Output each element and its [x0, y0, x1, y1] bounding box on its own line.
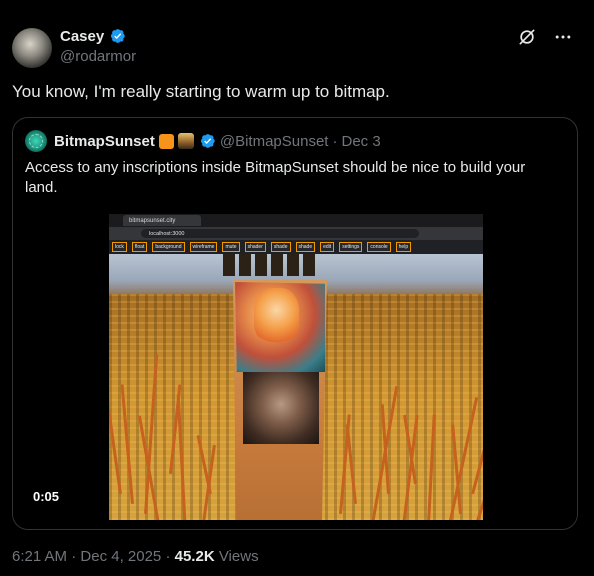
- author-info: Casey @rodarmor: [60, 26, 136, 66]
- author-handle[interactable]: @rodarmor: [60, 48, 136, 65]
- recorded-bookmark: help: [395, 242, 412, 252]
- recorded-bookmark: lock: [112, 242, 127, 252]
- separator-dot: ·: [71, 548, 77, 565]
- views-count[interactable]: 45.2K: [175, 548, 215, 565]
- quote-author-handle[interactable]: @BitmapSunset: [220, 133, 329, 150]
- tweet-header: Casey @rodarmor: [12, 26, 578, 70]
- recorded-bookmark: shade: [295, 242, 316, 252]
- recorded-bookmark: console: [367, 242, 391, 252]
- views-label: Views: [218, 548, 259, 565]
- recorded-bookmark: shader: [244, 242, 266, 252]
- author-name-row: Casey: [60, 26, 136, 46]
- verified-badge-icon[interactable]: [198, 132, 216, 150]
- temple-emoji-icon: [177, 133, 194, 149]
- quoted-tweet[interactable]: BitmapSunset @BitmapSunset · Dec 3 Acces…: [12, 117, 578, 530]
- recorded-bookmark: mute: [222, 242, 240, 252]
- scene-blocks: [223, 254, 323, 280]
- quote-header: BitmapSunset @BitmapSunset · Dec 3: [25, 130, 381, 152]
- tweet-container: Casey @rodarmor You know, I'm really sta…: [0, 0, 594, 576]
- recorded-bookmark: edit: [320, 242, 335, 252]
- orange-square-emoji-icon: [158, 133, 174, 149]
- tweet-text: You know, I'm really starting to warm up…: [12, 82, 390, 101]
- video-duration: 0:05: [33, 489, 60, 504]
- recorded-tab-bar: bitmapsunset.city: [109, 214, 483, 227]
- tweet-meta: 6:21 AM · Dec 4, 2025 · 45.2K Views: [12, 548, 259, 565]
- separator-dot: ·: [332, 132, 338, 150]
- verified-badge-icon[interactable]: [108, 27, 126, 45]
- recorded-bookmark: float: [131, 242, 148, 252]
- scene-painting-figure: [254, 288, 299, 343]
- header-actions: [516, 26, 574, 48]
- author-name[interactable]: Casey: [60, 28, 104, 45]
- quote-date[interactable]: Dec 3: [341, 133, 380, 150]
- recorded-bookmark: wireframe: [189, 242, 218, 252]
- grok-icon[interactable]: [516, 26, 538, 48]
- recorded-url: localhost:3000: [141, 229, 419, 238]
- scene-painting-bottom: [243, 372, 319, 444]
- video-scene: [109, 254, 483, 520]
- recorded-bookmarks-bar: lock float background wireframe mute sha…: [109, 240, 483, 254]
- tweet-time[interactable]: 6:21 AM: [12, 548, 67, 565]
- video-frame[interactable]: bitmapsunset.city localhost:3000 lock fl…: [109, 214, 483, 520]
- separator-dot: ·: [165, 548, 171, 565]
- recorded-bookmark: background: [152, 242, 185, 252]
- recorded-bookmark: settings: [339, 242, 363, 252]
- more-icon[interactable]: [552, 26, 574, 48]
- quote-author-name[interactable]: BitmapSunset: [54, 133, 155, 150]
- author-avatar[interactable]: [12, 28, 52, 68]
- recorded-url-bar: localhost:3000: [109, 227, 483, 240]
- recorded-bookmark: shade: [270, 242, 291, 252]
- recorded-browser-chrome: bitmapsunset.city localhost:3000 lock fl…: [109, 214, 483, 254]
- recorded-tab: bitmapsunset.city: [123, 215, 202, 226]
- quote-text: Access to any inscriptions inside Bitmap…: [25, 159, 526, 196]
- video-player[interactable]: bitmapsunset.city localhost:3000 lock fl…: [13, 202, 577, 522]
- quote-author-avatar[interactable]: [25, 130, 47, 152]
- tweet-date[interactable]: Dec 4, 2025: [80, 548, 161, 565]
